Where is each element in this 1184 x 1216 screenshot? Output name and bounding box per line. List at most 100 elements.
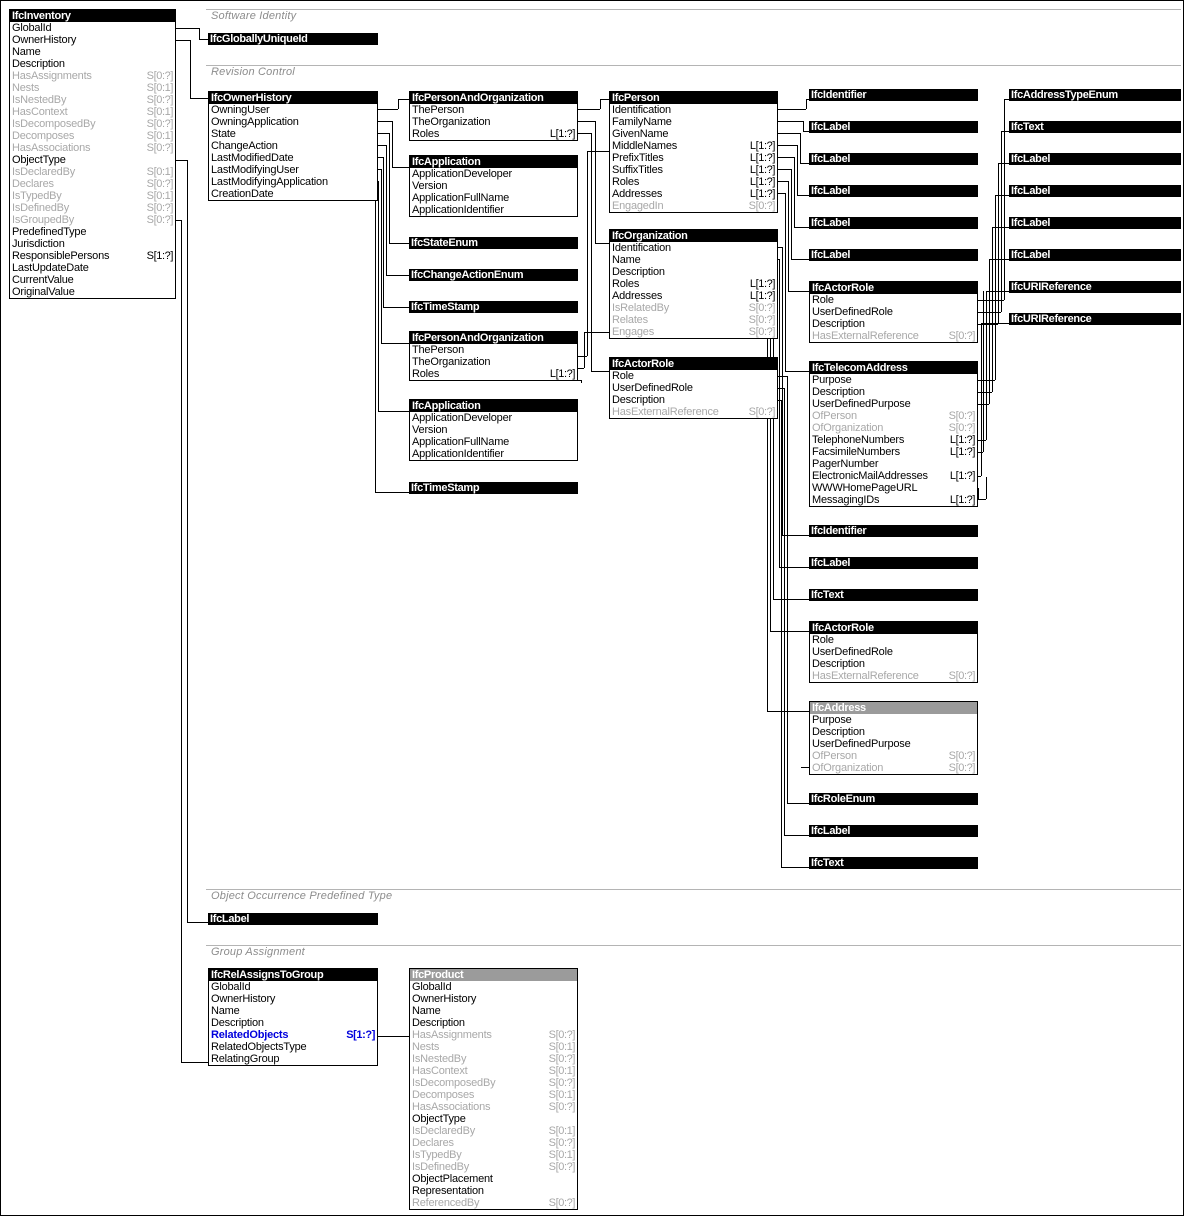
attribute-row[interactable]: ApplicationDeveloper bbox=[410, 168, 577, 180]
type-ifc-label-3[interactable]: IfcLabel bbox=[809, 185, 978, 197]
attribute-row[interactable]: HasContext S[0:1] bbox=[410, 1065, 577, 1077]
type-ifc-change-action-enum[interactable]: IfcChangeActionEnum bbox=[409, 269, 578, 281]
entity-ifc-organization[interactable]: IfcOrganization Identification Name Descri… bbox=[609, 229, 778, 339]
attribute-row[interactable]: Name bbox=[10, 46, 175, 58]
attribute-row[interactable]: Identification bbox=[610, 104, 777, 116]
entity-ifc-application-2[interactable]: IfcApplication ApplicationDeveloper Versi… bbox=[409, 399, 578, 461]
type-ifc-label-r2[interactable]: IfcLabel bbox=[1009, 185, 1181, 197]
entity-ifc-inventory[interactable]: IfcInventory GlobalId OwnerHistory Name Des… bbox=[9, 9, 176, 299]
entity-ifc-telecom-address[interactable]: IfcTelecomAddress Purpose Description User… bbox=[809, 361, 978, 507]
type-ifc-label-r1[interactable]: IfcLabel bbox=[1009, 153, 1181, 165]
attribute-row[interactable]: SuffixTitles L[1:?] bbox=[610, 164, 777, 176]
attribute-row[interactable]: Role bbox=[810, 294, 977, 306]
attribute-row[interactable]: MessagingIDs L[1:?] bbox=[810, 494, 977, 506]
type-ifc-identifier-1[interactable]: IfcIdentifier bbox=[809, 89, 978, 101]
attribute-row[interactable]: IsDefinedBy S[0:?] bbox=[10, 202, 175, 214]
type-ifc-uri-reference-1[interactable]: IfcURIReference bbox=[1009, 281, 1181, 293]
attribute-row[interactable]: IsDecomposedBy S[0:?] bbox=[410, 1077, 577, 1089]
attribute-row[interactable]: TelephoneNumbers L[1:?] bbox=[810, 434, 977, 446]
type-ifc-time-stamp-2[interactable]: IfcTimeStamp bbox=[409, 482, 578, 494]
attribute-row[interactable]: UserDefinedRole bbox=[810, 646, 977, 658]
attribute-row[interactable]: IsNestedBy S[0:?] bbox=[10, 94, 175, 106]
entity-ifc-person-and-organization-2[interactable]: IfcPersonAndOrganization ThePerson TheOrg… bbox=[409, 331, 578, 381]
attribute-row[interactable]: OwnerHistory bbox=[410, 993, 577, 1005]
attribute-row[interactable]: RelatedObjects S[1:?] bbox=[209, 1029, 377, 1041]
attribute-row[interactable]: IsTypedBy S[0:1] bbox=[410, 1149, 577, 1161]
attribute-row[interactable]: Roles L[1:?] bbox=[610, 278, 777, 290]
attribute-row[interactable]: GlobalId bbox=[410, 981, 577, 993]
type-ifc-text-1[interactable]: IfcText bbox=[809, 589, 978, 601]
attribute-row[interactable]: ApplicationIdentifier bbox=[410, 448, 577, 460]
type-ifc-label-7[interactable]: IfcLabel bbox=[809, 825, 978, 837]
entity-ifc-actor-role-right-2[interactable]: IfcActorRole Role UserDefinedRole Descript… bbox=[809, 621, 978, 683]
attribute-row[interactable]: Version bbox=[410, 180, 577, 192]
attribute-row[interactable]: HasExternalReference S[0:?] bbox=[610, 406, 777, 418]
attribute-row[interactable]: LastUpdateDate bbox=[10, 262, 175, 274]
attribute-row[interactable]: GlobalId bbox=[209, 981, 377, 993]
attribute-row[interactable]: OfPerson S[0:?] bbox=[810, 410, 977, 422]
attribute-row[interactable]: Jurisdiction bbox=[10, 238, 175, 250]
attribute-row[interactable]: Decomposes S[0:1] bbox=[410, 1089, 577, 1101]
attribute-row[interactable]: OwnerHistory bbox=[10, 34, 175, 46]
attribute-row[interactable]: Description bbox=[810, 658, 977, 670]
entity-ifc-owner-history[interactable]: IfcOwnerHistory OwningUser OwningApplicat… bbox=[208, 91, 378, 201]
attribute-row[interactable]: RelatingGroup bbox=[209, 1053, 377, 1065]
attribute-row[interactable]: LastModifyingApplication bbox=[209, 176, 377, 188]
attribute-row[interactable]: Relates S[0:?] bbox=[610, 314, 777, 326]
attribute-row[interactable]: ApplicationDeveloper bbox=[410, 412, 577, 424]
attribute-row[interactable]: Version bbox=[410, 424, 577, 436]
attribute-row[interactable]: IsGroupedBy S[0:?] bbox=[10, 214, 175, 226]
type-ifc-address-type-enum[interactable]: IfcAddressTypeEnum bbox=[1009, 89, 1181, 101]
attribute-row[interactable]: IsNestedBy S[0:?] bbox=[410, 1053, 577, 1065]
attribute-row[interactable]: HasAssignments S[0:?] bbox=[410, 1029, 577, 1041]
attribute-row[interactable]: Description bbox=[810, 386, 977, 398]
type-ifc-label-object-type[interactable]: IfcLabel bbox=[208, 913, 378, 925]
attribute-row[interactable]: PagerNumber bbox=[810, 458, 977, 470]
entity-ifc-person[interactable]: IfcPerson Identification FamilyName GivenN… bbox=[609, 91, 778, 213]
attribute-row[interactable]: Role bbox=[810, 634, 977, 646]
attribute-row[interactable]: ThePerson bbox=[410, 344, 577, 356]
attribute-row[interactable]: LastModifyingUser bbox=[209, 164, 377, 176]
type-ifc-uri-reference-2[interactable]: IfcURIReference bbox=[1009, 313, 1181, 325]
attribute-row[interactable]: Purpose bbox=[810, 374, 977, 386]
type-ifc-label-r3[interactable]: IfcLabel bbox=[1009, 217, 1181, 229]
attribute-row[interactable]: HasAssociations S[0:?] bbox=[10, 142, 175, 154]
attribute-row[interactable]: Engages S[0:?] bbox=[610, 326, 777, 338]
attribute-row[interactable]: Description bbox=[610, 266, 777, 278]
attribute-row[interactable]: Role bbox=[610, 370, 777, 382]
attribute-row[interactable]: HasAssignments S[0:?] bbox=[10, 70, 175, 82]
entity-ifc-person-and-organization-1[interactable]: IfcPersonAndOrganization ThePerson TheOrg… bbox=[409, 91, 578, 141]
attribute-row[interactable]: IsDeclaredBy S[0:1] bbox=[10, 166, 175, 178]
type-ifc-text-3[interactable]: IfcText bbox=[1009, 121, 1181, 133]
type-ifc-globally-unique-id[interactable]: IfcGloballyUniqueId bbox=[208, 33, 378, 45]
entity-ifc-rel-assigns-to-group[interactable]: IfcRelAssignsToGroup GlobalId OwnerHistor… bbox=[208, 968, 378, 1066]
type-ifc-label-1[interactable]: IfcLabel bbox=[809, 121, 978, 133]
attribute-row[interactable]: MiddleNames L[1:?] bbox=[610, 140, 777, 152]
attribute-row[interactable]: Addresses L[1:?] bbox=[610, 188, 777, 200]
attribute-row[interactable]: Name bbox=[209, 1005, 377, 1017]
entity-ifc-application-1[interactable]: IfcApplication ApplicationDeveloper Versi… bbox=[409, 155, 578, 217]
type-ifc-text-2[interactable]: IfcText bbox=[809, 857, 978, 869]
attribute-row[interactable]: OwningUser bbox=[209, 104, 377, 116]
attribute-row[interactable]: TheOrganization bbox=[410, 356, 577, 368]
type-ifc-identifier-2[interactable]: IfcIdentifier bbox=[809, 525, 978, 537]
attribute-row[interactable]: Name bbox=[610, 254, 777, 266]
entity-ifc-actor-role-right-1[interactable]: IfcActorRole Role UserDefinedRole Descript… bbox=[809, 281, 978, 343]
attribute-row[interactable]: PrefixTitles L[1:?] bbox=[610, 152, 777, 164]
attribute-row[interactable]: Decomposes S[0:1] bbox=[10, 130, 175, 142]
attribute-row[interactable]: OfOrganization S[0:?] bbox=[810, 762, 977, 774]
attribute-row[interactable]: ReferencedBy S[0:?] bbox=[410, 1197, 577, 1209]
attribute-row[interactable]: HasExternalReference S[0:?] bbox=[810, 330, 977, 342]
attribute-row[interactable]: CurrentValue bbox=[10, 274, 175, 286]
attribute-row[interactable]: OriginalValue bbox=[10, 286, 175, 298]
type-ifc-label-5[interactable]: IfcLabel bbox=[809, 249, 978, 261]
attribute-row[interactable]: Identification bbox=[610, 242, 777, 254]
attribute-row[interactable]: UserDefinedRole bbox=[810, 306, 977, 318]
attribute-row[interactable]: RelatedObjectsType bbox=[209, 1041, 377, 1053]
attribute-row[interactable]: Nests S[0:1] bbox=[410, 1041, 577, 1053]
attribute-row[interactable]: ThePerson bbox=[410, 104, 577, 116]
attribute-row[interactable]: Description bbox=[810, 318, 977, 330]
attribute-row[interactable]: Representation bbox=[410, 1185, 577, 1197]
attribute-row[interactable]: ResponsiblePersons S[1:?] bbox=[10, 250, 175, 262]
type-ifc-label-2[interactable]: IfcLabel bbox=[809, 153, 978, 165]
